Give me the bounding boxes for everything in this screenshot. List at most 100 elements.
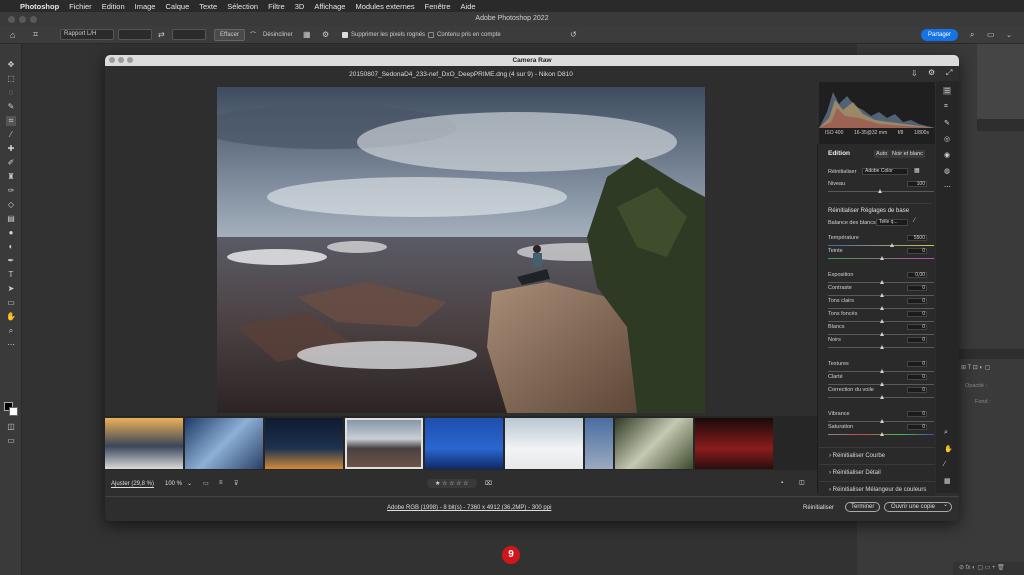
shape-tool-icon[interactable]: ▭: [6, 298, 16, 308]
thumbnail[interactable]: [695, 418, 773, 469]
grid-icon[interactable]: ▦: [944, 477, 951, 485]
slider-knob[interactable]: [880, 256, 884, 260]
save-icon[interactable]: ⇩: [911, 69, 918, 78]
amount-value[interactable]: 100: [907, 181, 927, 187]
crop-icon[interactable]: ⌗: [944, 103, 948, 111]
single-view-icon[interactable]: ▪: [781, 480, 783, 486]
slider-knob[interactable]: [880, 395, 884, 399]
healing-brush-icon[interactable]: ✚: [6, 144, 16, 154]
menu-3d[interactable]: 3D: [295, 2, 305, 11]
slider-track[interactable]: [828, 369, 934, 373]
sort-icon[interactable]: ≡: [219, 480, 223, 486]
swap-icon[interactable]: ⇄: [158, 30, 165, 39]
slider-knob[interactable]: [890, 243, 895, 247]
gear-icon[interactable]: ⚙: [928, 68, 935, 77]
slider-knob[interactable]: [880, 280, 884, 284]
amount-slider[interactable]: [828, 189, 934, 193]
chevron-down-icon[interactable]: ⌄: [1006, 31, 1012, 39]
auto-button[interactable]: Auto: [874, 150, 890, 158]
menu-aide[interactable]: Aide: [461, 2, 476, 11]
eyedropper-icon[interactable]: ⁄: [6, 130, 16, 140]
trash-icon[interactable]: ⌧: [485, 480, 492, 487]
redeye-icon[interactable]: ◉: [944, 151, 950, 159]
mask-icon[interactable]: ◎: [944, 135, 950, 143]
more-tools-icon[interactable]: ⋯: [6, 340, 16, 350]
slider-knob[interactable]: [880, 369, 884, 373]
chevron-down-icon[interactable]: ⌄: [943, 501, 948, 508]
basic-section-title[interactable]: Réinitialiser Réglages de base: [828, 203, 932, 214]
done-button[interactable]: Terminer: [845, 502, 881, 512]
filmstrip-toggle-icon[interactable]: ▭: [203, 480, 209, 487]
blur-tool-icon[interactable]: ●: [6, 228, 16, 238]
slider-track[interactable]: [828, 256, 934, 260]
reset-button[interactable]: Réinitialiser: [803, 505, 834, 511]
wb-eyedropper-icon[interactable]: ⁄: [914, 218, 915, 224]
share-button[interactable]: Partager: [921, 29, 959, 41]
more-icon[interactable]: ⋯: [944, 183, 951, 191]
thumbnail[interactable]: [185, 418, 263, 469]
menu-modules[interactable]: Modules externes: [355, 2, 414, 11]
sampler-icon[interactable]: ⁄: [944, 461, 945, 468]
crop-tool-icon[interactable]: ⌗: [6, 116, 16, 126]
slider-knob[interactable]: [880, 319, 884, 323]
fullscreen-icon[interactable]: ⤢: [946, 68, 952, 78]
ratio-select[interactable]: Rapport L/H: [60, 29, 114, 40]
chevron-down-icon[interactable]: ⌄: [187, 480, 192, 487]
menu-fichier[interactable]: Fichier: [69, 2, 92, 11]
slider-value[interactable]: 0: [907, 324, 927, 330]
slider-knob[interactable]: [880, 332, 884, 336]
screen-mode-icon[interactable]: ▭: [6, 436, 16, 446]
slider-track[interactable]: [828, 345, 934, 349]
slider-value[interactable]: 5500: [907, 235, 927, 241]
rating-stars[interactable]: ★ ☆ ☆ ☆ ☆: [427, 479, 477, 488]
lasso-tool-icon[interactable]: ◌: [6, 88, 16, 98]
dodge-tool-icon[interactable]: ◐: [6, 242, 16, 252]
gradient-icon[interactable]: ▤: [6, 214, 16, 224]
slider-track[interactable]: [828, 306, 934, 310]
menu-texte[interactable]: Texte: [199, 2, 217, 11]
menu-app-name[interactable]: Photoshop: [20, 2, 59, 11]
menu-selection[interactable]: Sélection: [227, 2, 258, 11]
thumbnail[interactable]: [105, 418, 183, 469]
slider-value[interactable]: 0: [907, 248, 927, 254]
slider-knob[interactable]: [880, 419, 884, 423]
photo-preview[interactable]: [217, 87, 705, 413]
zoom-icon[interactable]: ⌕: [944, 429, 948, 437]
menu-fenetre[interactable]: Fenêtre: [425, 2, 451, 11]
slider-track[interactable]: [828, 382, 934, 386]
hand-icon[interactable]: ✋: [944, 445, 953, 453]
workflow-link[interactable]: Adobe RGB (1998) - 8 bit(s) - 7360 x 491…: [387, 505, 551, 511]
slider-track[interactable]: [828, 319, 934, 323]
search-icon[interactable]: ⌕: [970, 30, 974, 40]
menu-image[interactable]: Image: [135, 2, 156, 11]
menu-calque[interactable]: Calque: [165, 2, 189, 11]
quick-select-icon[interactable]: ✎: [6, 102, 16, 112]
slider-knob[interactable]: [880, 382, 884, 386]
straighten-icon[interactable]: ⌒: [250, 30, 256, 39]
open-copy-button[interactable]: Ouvrir une copie: [884, 502, 953, 512]
thumbnail[interactable]: [505, 418, 583, 469]
zoom-select[interactable]: 100 %: [165, 481, 182, 487]
slider-track[interactable]: [828, 332, 934, 336]
thumbnail-selected[interactable]: [345, 418, 423, 469]
slider-knob[interactable]: [880, 293, 884, 297]
slider-value[interactable]: 0: [907, 411, 927, 417]
slider-value[interactable]: 0: [907, 361, 927, 367]
slider-value[interactable]: 0: [907, 337, 927, 343]
wb-select[interactable]: Telle q...: [876, 219, 908, 226]
bw-button[interactable]: Noir et blanc: [890, 150, 925, 158]
pen-tool-icon[interactable]: ✒: [6, 256, 16, 266]
history-brush-icon[interactable]: ✑: [6, 186, 16, 196]
width-field[interactable]: [118, 29, 152, 40]
minimize-dot[interactable]: [19, 16, 26, 23]
height-field[interactable]: [172, 29, 206, 40]
home-icon[interactable]: ⌂: [10, 30, 15, 40]
edit-tool-icon[interactable]: ☰: [943, 87, 952, 95]
slider-track[interactable]: [828, 432, 934, 436]
content-aware-checkbox[interactable]: [428, 31, 434, 38]
slider-knob[interactable]: [880, 345, 884, 349]
path-select-icon[interactable]: ➤: [6, 284, 16, 294]
slider-track[interactable]: [828, 395, 934, 399]
healing-icon[interactable]: ✎: [944, 119, 950, 127]
undo-icon[interactable]: ↺: [570, 30, 577, 39]
